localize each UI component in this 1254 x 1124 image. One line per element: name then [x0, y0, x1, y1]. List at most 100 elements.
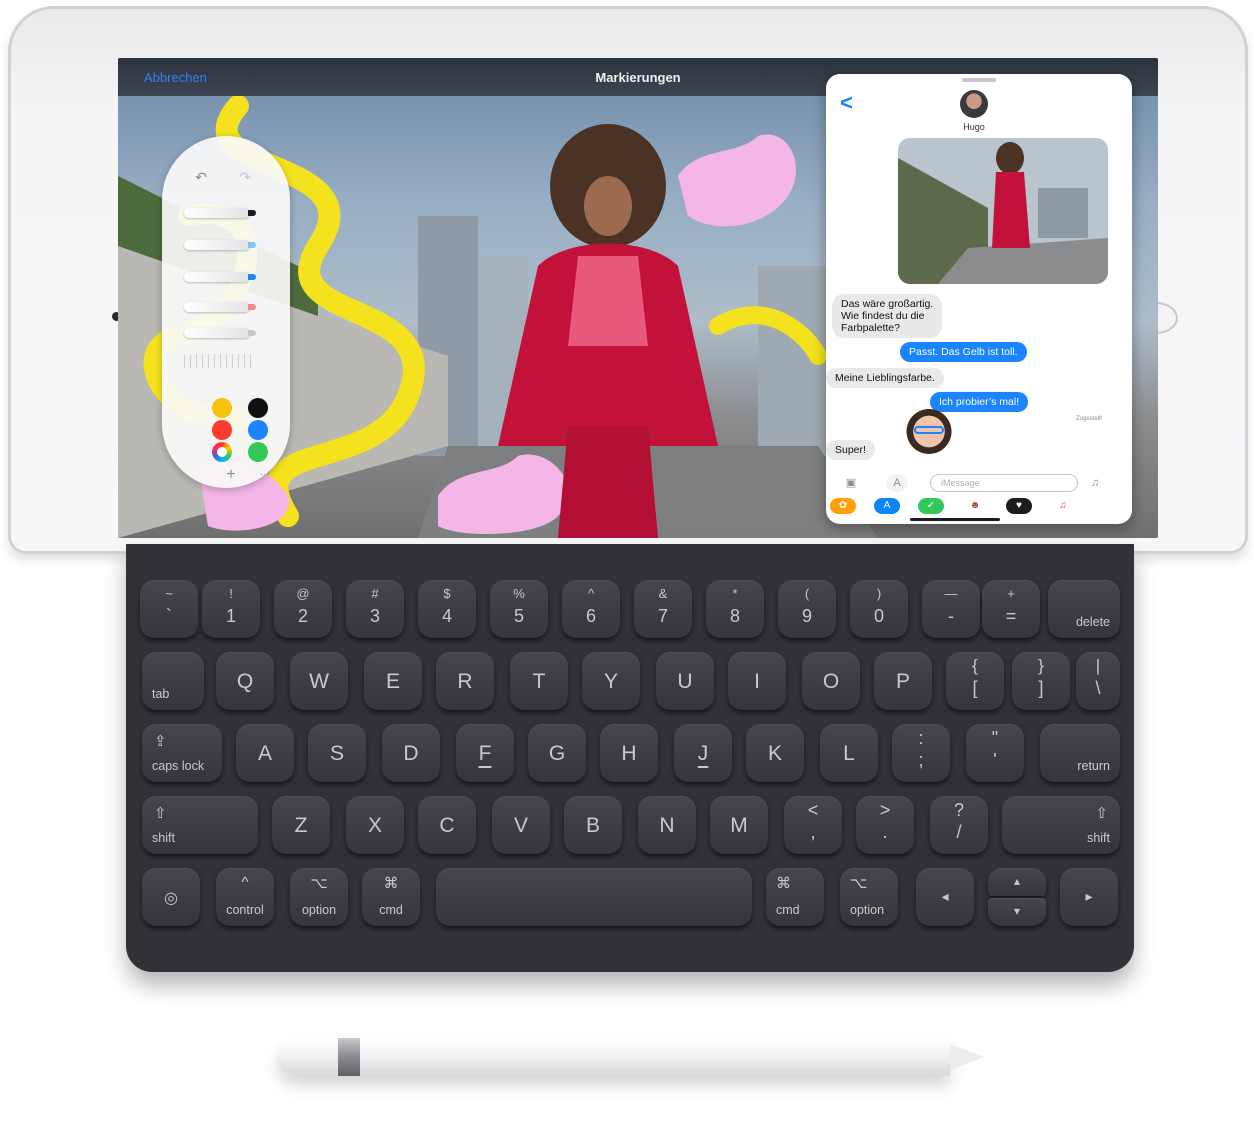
key-v[interactable]: V — [492, 796, 550, 854]
add-icon[interactable]: + — [220, 464, 242, 486]
key-x[interactable]: X — [346, 796, 404, 854]
key-0[interactable]: ) 0 — [850, 580, 908, 638]
key-b[interactable]: B — [564, 796, 622, 854]
key-control[interactable]: ^ control — [216, 868, 274, 926]
key-8[interactable]: * 8 — [706, 580, 764, 638]
pencil-tool[interactable] — [184, 272, 256, 282]
key-comma[interactable]: <, — [784, 796, 842, 854]
key-space[interactable] — [436, 868, 752, 926]
key-option-left[interactable]: ⌥ option — [290, 868, 348, 926]
key-4[interactable]: $4 — [418, 580, 476, 638]
key-2[interactable]: @2 — [274, 580, 332, 638]
key-g[interactable]: G — [528, 724, 586, 782]
color-swatch-blue[interactable] — [248, 420, 268, 440]
applepay-app-icon[interactable]: ✓ — [918, 498, 944, 514]
key-1[interactable]: ! 1 — [202, 580, 260, 638]
key-right-bracket[interactable]: }] — [1012, 652, 1070, 710]
contact-name[interactable]: Hugo — [936, 122, 1012, 132]
color-wheel-icon[interactable] — [212, 442, 232, 462]
key-arrow-up[interactable]: ▴ — [988, 868, 1046, 896]
key-3[interactable]: #3 — [346, 580, 404, 638]
message-bubble-outgoing[interactable]: Passt. Das Gelb ist toll. — [900, 342, 1027, 362]
key-shift-right[interactable]: ⇧ shift — [1002, 796, 1120, 854]
cancel-button[interactable]: Abbrechen — [144, 70, 207, 85]
audio-icon[interactable]: ♫ — [1084, 474, 1106, 492]
key-backslash[interactable]: | \ — [1076, 652, 1120, 710]
key-7[interactable]: & 7 — [634, 580, 692, 638]
memoji-sticker[interactable] — [904, 404, 954, 454]
color-swatch-yellow[interactable] — [212, 398, 232, 418]
message-photo-attachment[interactable] — [898, 138, 1108, 284]
lasso-tool[interactable] — [184, 328, 256, 338]
apple-pencil[interactable] — [278, 1038, 950, 1076]
key-s[interactable]: S — [308, 724, 366, 782]
key-t[interactable]: T — [510, 652, 568, 710]
key-h[interactable]: H — [600, 724, 658, 782]
key-u[interactable]: U — [656, 652, 714, 710]
back-chevron-icon[interactable]: < — [840, 90, 853, 116]
key-5[interactable]: % 5 — [490, 580, 548, 638]
color-swatch-green[interactable] — [248, 442, 268, 462]
key-r[interactable]: R — [436, 652, 494, 710]
key-option-right[interactable]: ⌥ option — [840, 868, 898, 926]
key-arrow-down[interactable]: ▾ — [988, 898, 1046, 926]
imessage-input[interactable]: iMessage — [930, 474, 1078, 492]
contact-avatar[interactable] — [960, 90, 988, 118]
message-bubble-incoming[interactable]: Meine Lieblingsfarbe. — [826, 368, 944, 388]
key-d[interactable]: D — [382, 724, 440, 782]
message-bubble-incoming[interactable]: Super! — [826, 440, 875, 460]
key-backtick[interactable]: ~ ` — [140, 580, 198, 638]
key-globe[interactable]: ◎ — [142, 868, 200, 926]
color-swatch-black[interactable] — [248, 398, 268, 418]
memoji-app-icon[interactable]: ☻ — [962, 498, 988, 514]
more-icon[interactable]: ··· — [254, 464, 276, 486]
photos-app-icon[interactable]: ✿ — [830, 498, 856, 514]
key-q[interactable]: Q — [216, 652, 274, 710]
camera-icon[interactable]: ▣ — [840, 474, 862, 492]
key-i[interactable]: I — [728, 652, 786, 710]
key-arrow-left[interactable]: ◂ — [916, 868, 974, 926]
digital-touch-icon[interactable]: ♥ — [1006, 498, 1032, 514]
slide-over-grabber[interactable] — [962, 78, 996, 82]
key-w[interactable]: W — [290, 652, 348, 710]
key-cmd-right[interactable]: ⌘ cmd — [766, 868, 824, 926]
key-caps-lock[interactable]: ⇪ caps lock — [142, 724, 222, 782]
key-semicolon[interactable]: :; — [892, 724, 950, 782]
key-quote[interactable]: " ' — [966, 724, 1024, 782]
key-p[interactable]: P — [874, 652, 932, 710]
key-minus[interactable]: — - — [922, 580, 980, 638]
redo-icon[interactable]: ↷ — [234, 166, 256, 188]
app-store-icon[interactable]: A — [886, 474, 908, 492]
marker-tool[interactable] — [184, 240, 256, 250]
key-n[interactable]: N — [638, 796, 696, 854]
key-shift-left[interactable]: ⇧ shift — [142, 796, 258, 854]
key-m[interactable]: M — [710, 796, 768, 854]
key-period[interactable]: >. — [856, 796, 914, 854]
message-bubble-incoming[interactable]: Das wäre großartig. Wie findest du die F… — [832, 294, 943, 338]
key-left-bracket[interactable]: {[ — [946, 652, 1004, 710]
key-z[interactable]: Z — [272, 796, 330, 854]
music-app-icon[interactable]: ♫ — [1050, 498, 1076, 514]
key-e[interactable]: E — [364, 652, 422, 710]
undo-icon[interactable]: ↶ — [190, 166, 212, 188]
key-return[interactable]: return — [1040, 724, 1120, 782]
key-o[interactable]: O — [802, 652, 860, 710]
eraser-tool[interactable] — [184, 302, 256, 312]
key-delete[interactable]: delete — [1048, 580, 1120, 638]
key-equals[interactable]: + = — [982, 580, 1040, 638]
key-k[interactable]: K — [746, 724, 804, 782]
pen-tool[interactable] — [184, 208, 256, 218]
key-c[interactable]: C — [418, 796, 476, 854]
ruler-tool[interactable] — [184, 354, 252, 368]
key-y[interactable]: Y — [582, 652, 640, 710]
key-f[interactable]: F — [456, 724, 514, 782]
color-swatch-red[interactable] — [212, 420, 232, 440]
key-cmd-left[interactable]: ⌘ cmd — [362, 868, 420, 926]
key-slash[interactable]: ? / — [930, 796, 988, 854]
key-a[interactable]: A — [236, 724, 294, 782]
key-l[interactable]: L — [820, 724, 878, 782]
appstore-app-icon[interactable]: A — [874, 498, 900, 514]
key-tab[interactable]: tab — [142, 652, 204, 710]
key-6[interactable]: ^ 6 — [562, 580, 620, 638]
key-arrow-right[interactable]: ▸ — [1060, 868, 1118, 926]
